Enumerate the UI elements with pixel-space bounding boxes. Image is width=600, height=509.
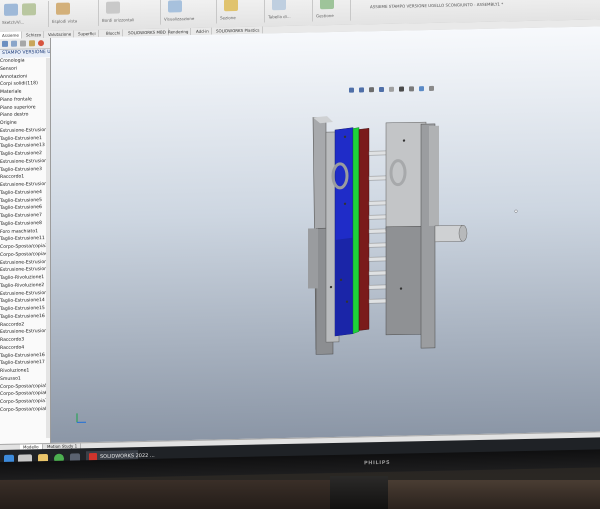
ribbon-group-section: Sezione [218,0,265,24]
display-manager-icon[interactable] [38,40,44,47]
ribbon-label: Esplodi vista [52,18,78,24]
feature-tree-item[interactable]: Estrusione-Estrusione4 [0,181,51,190]
feature-tree-icon[interactable] [2,40,8,47]
display-icon[interactable] [168,0,182,13]
section-view-icon[interactable] [224,0,238,12]
graphics-area[interactable] [51,26,600,443]
explode-icon[interactable] [56,2,70,15]
desk-surface [388,480,600,509]
table-icon[interactable] [272,0,286,11]
manage-icon[interactable] [320,0,334,10]
ribbon-group-edges: Bordi orizzontali [100,0,161,26]
ribbon-group-table: Tabella di... [266,0,313,23]
feature-tree-item[interactable]: Estrusione-Estrusione1 [0,127,51,136]
config-manager-icon[interactable] [20,40,26,47]
feature-tree-scrollbar[interactable] [46,57,50,439]
monitor-brand-logo: PHILIPS [364,459,391,467]
feature-manager-panel: STAMPO VERSIONE UG Cronologia Sensori Anno… [0,37,51,444]
ribbon-label: Bordi orizzontali [102,17,135,23]
feature-tree-list: Cronologia Sensori Annotazioni Corpi solidi… [0,57,51,415]
insert-component-icon[interactable] [22,3,36,16]
feature-tree-item[interactable]: Estrusione-Estrusione2 [0,158,51,167]
dimxpert-icon[interactable] [29,40,35,47]
mold-assembly-model[interactable] [51,26,600,442]
edges-icon[interactable] [106,1,120,14]
property-manager-icon[interactable] [11,40,17,47]
ribbon-group-display: Visualizzazione [162,0,217,25]
ribbon-label: Tabella di... [268,13,291,20]
document-title: ASSIEME STAMPO VERSIONE UGELLO SCONGIUNT… [370,1,504,10]
ribbon-label: Gestione [316,13,334,19]
ribbon-label: Sketch/Vi... [2,19,25,25]
ribbon-label: Sezione [220,15,236,21]
feature-tree-root[interactable]: STAMPO VERSIONE UG [0,48,51,58]
edit-component-icon[interactable] [4,3,18,16]
ribbon-label: Visualizzazione [164,15,195,22]
feature-tree-item[interactable]: Estrusione-Estrusione8 [0,328,51,337]
photo-scene: Sketch/Vi... Esplodi vista Bordi orizzon… [0,0,600,509]
monitor-stand [330,476,388,509]
reference-triad [76,413,86,423]
monitor-screen: Sketch/Vi... Esplodi vista Bordi orizzon… [0,0,600,470]
ribbon-group-manage: Gestione [314,0,351,22]
ribbon-group-sketch: Sketch/Vi... [0,0,49,28]
feature-tree-item[interactable]: Taglio-Estrusione16 [0,313,50,322]
feature-manager-toolbar [0,37,50,50]
feature-tree-item[interactable]: Corpo-Sposta/copia8 [0,406,50,415]
ribbon-group-explode: Esplodi vista [50,0,99,27]
desk-surface [0,480,330,509]
